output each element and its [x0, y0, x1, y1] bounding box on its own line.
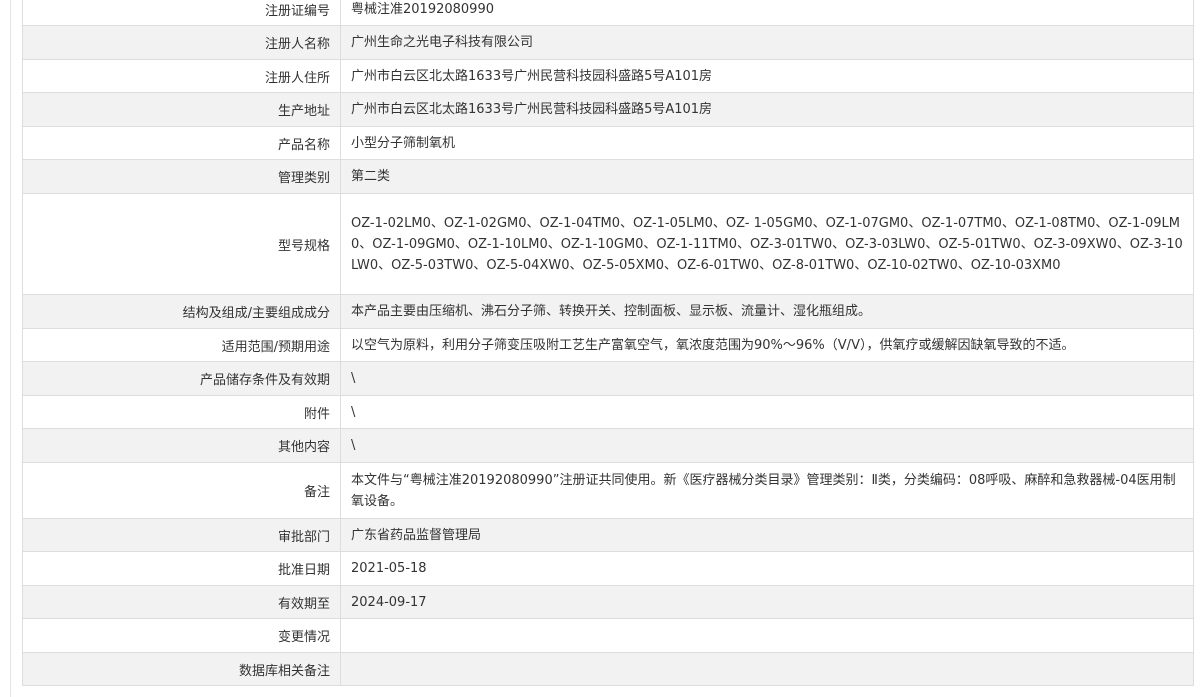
- value-model-specifications: OZ-1-02LM0、OZ-1-02GM0、OZ-1-04TM0、OZ-1-05…: [340, 193, 1194, 295]
- row-registration-number: 注册证编号 粤械注准20192080990: [22, 0, 1194, 26]
- row-other-content: 其他内容 \: [22, 428, 1194, 463]
- value-registrant-address: 广州市白云区北太路1633号广州民营科技园科盛路5号A101房: [340, 59, 1194, 93]
- value-structure-composition: 本产品主要由压缩机、沸石分子筛、转换开关、控制面板、显示板、流量计、湿化瓶组成。: [340, 294, 1194, 329]
- row-attachments: 附件 \: [22, 395, 1194, 429]
- row-valid-until: 有效期至 2024-09-17: [22, 585, 1194, 619]
- label-attachments: 附件: [22, 395, 341, 429]
- label-remarks: 备注: [22, 462, 341, 519]
- value-registrant-name: 广州生命之光电子科技有限公司: [340, 25, 1194, 60]
- value-storage-validity: \: [340, 361, 1194, 396]
- value-product-name: 小型分子筛制氧机: [340, 126, 1194, 160]
- label-registrant-address: 注册人住所: [22, 59, 341, 93]
- row-approval-department: 审批部门 广东省药品监督管理局: [22, 518, 1194, 552]
- value-database-remarks: [340, 652, 1194, 686]
- label-model-specifications: 型号规格: [22, 193, 341, 295]
- label-production-address: 生产地址: [22, 92, 341, 127]
- row-structure-composition: 结构及组成/主要组成成分 本产品主要由压缩机、沸石分子筛、转换开关、控制面板、显…: [22, 294, 1194, 329]
- row-model-specifications: 型号规格 OZ-1-02LM0、OZ-1-02GM0、OZ-1-04TM0、OZ…: [22, 193, 1194, 295]
- row-approval-date: 批准日期 2021-05-18: [22, 551, 1194, 586]
- row-management-category: 管理类别 第二类: [22, 159, 1194, 194]
- row-database-remarks: 数据库相关备注: [22, 652, 1194, 686]
- row-change-history: 变更情况: [22, 618, 1194, 653]
- row-storage-validity: 产品储存条件及有效期 \: [22, 361, 1194, 396]
- label-storage-validity: 产品储存条件及有效期: [22, 361, 341, 396]
- label-registration-number: 注册证编号: [22, 0, 341, 26]
- label-change-history: 变更情况: [22, 618, 341, 653]
- value-valid-until: 2024-09-17: [340, 585, 1194, 619]
- value-approval-department: 广东省药品监督管理局: [340, 518, 1194, 552]
- value-change-history: [340, 618, 1194, 653]
- value-management-category: 第二类: [340, 159, 1194, 194]
- row-registrant-address: 注册人住所 广州市白云区北太路1633号广州民营科技园科盛路5号A101房: [22, 59, 1194, 93]
- label-structure-composition: 结构及组成/主要组成成分: [22, 294, 341, 329]
- label-database-remarks: 数据库相关备注: [22, 652, 341, 686]
- row-production-address: 生产地址 广州市白云区北太路1633号广州民营科技园科盛路5号A101房: [22, 92, 1194, 127]
- label-approval-date: 批准日期: [22, 551, 341, 586]
- label-intended-use: 适用范围/预期用途: [22, 328, 341, 362]
- label-product-name: 产品名称: [22, 126, 341, 160]
- label-approval-department: 审批部门: [22, 518, 341, 552]
- registration-detail-table: 注册证编号 粤械注准20192080990 注册人名称 广州生命之光电子科技有限…: [22, 0, 1194, 686]
- page-left-rule: [10, 0, 11, 697]
- value-production-address: 广州市白云区北太路1633号广州民营科技园科盛路5号A101房: [340, 92, 1194, 127]
- value-remarks: 本文件与“粤械注准20192080990”注册证共同使用。新《医疗器械分类目录》…: [340, 462, 1194, 519]
- label-valid-until: 有效期至: [22, 585, 341, 619]
- row-intended-use: 适用范围/预期用途 以空气为原料，利用分子筛变压吸附工艺生产富氧空气，氧浓度范围…: [22, 328, 1194, 362]
- label-other-content: 其他内容: [22, 428, 341, 463]
- label-management-category: 管理类别: [22, 159, 341, 194]
- value-attachments: \: [340, 395, 1194, 429]
- value-other-content: \: [340, 428, 1194, 463]
- row-registrant-name: 注册人名称 广州生命之光电子科技有限公司: [22, 25, 1194, 60]
- value-approval-date: 2021-05-18: [340, 551, 1194, 586]
- value-registration-number: 粤械注准20192080990: [340, 0, 1194, 26]
- row-remarks: 备注 本文件与“粤械注准20192080990”注册证共同使用。新《医疗器械分类…: [22, 462, 1194, 519]
- row-product-name: 产品名称 小型分子筛制氧机: [22, 126, 1194, 160]
- label-registrant-name: 注册人名称: [22, 25, 341, 60]
- value-intended-use: 以空气为原料，利用分子筛变压吸附工艺生产富氧空气，氧浓度范围为90%～96%（V…: [340, 328, 1194, 362]
